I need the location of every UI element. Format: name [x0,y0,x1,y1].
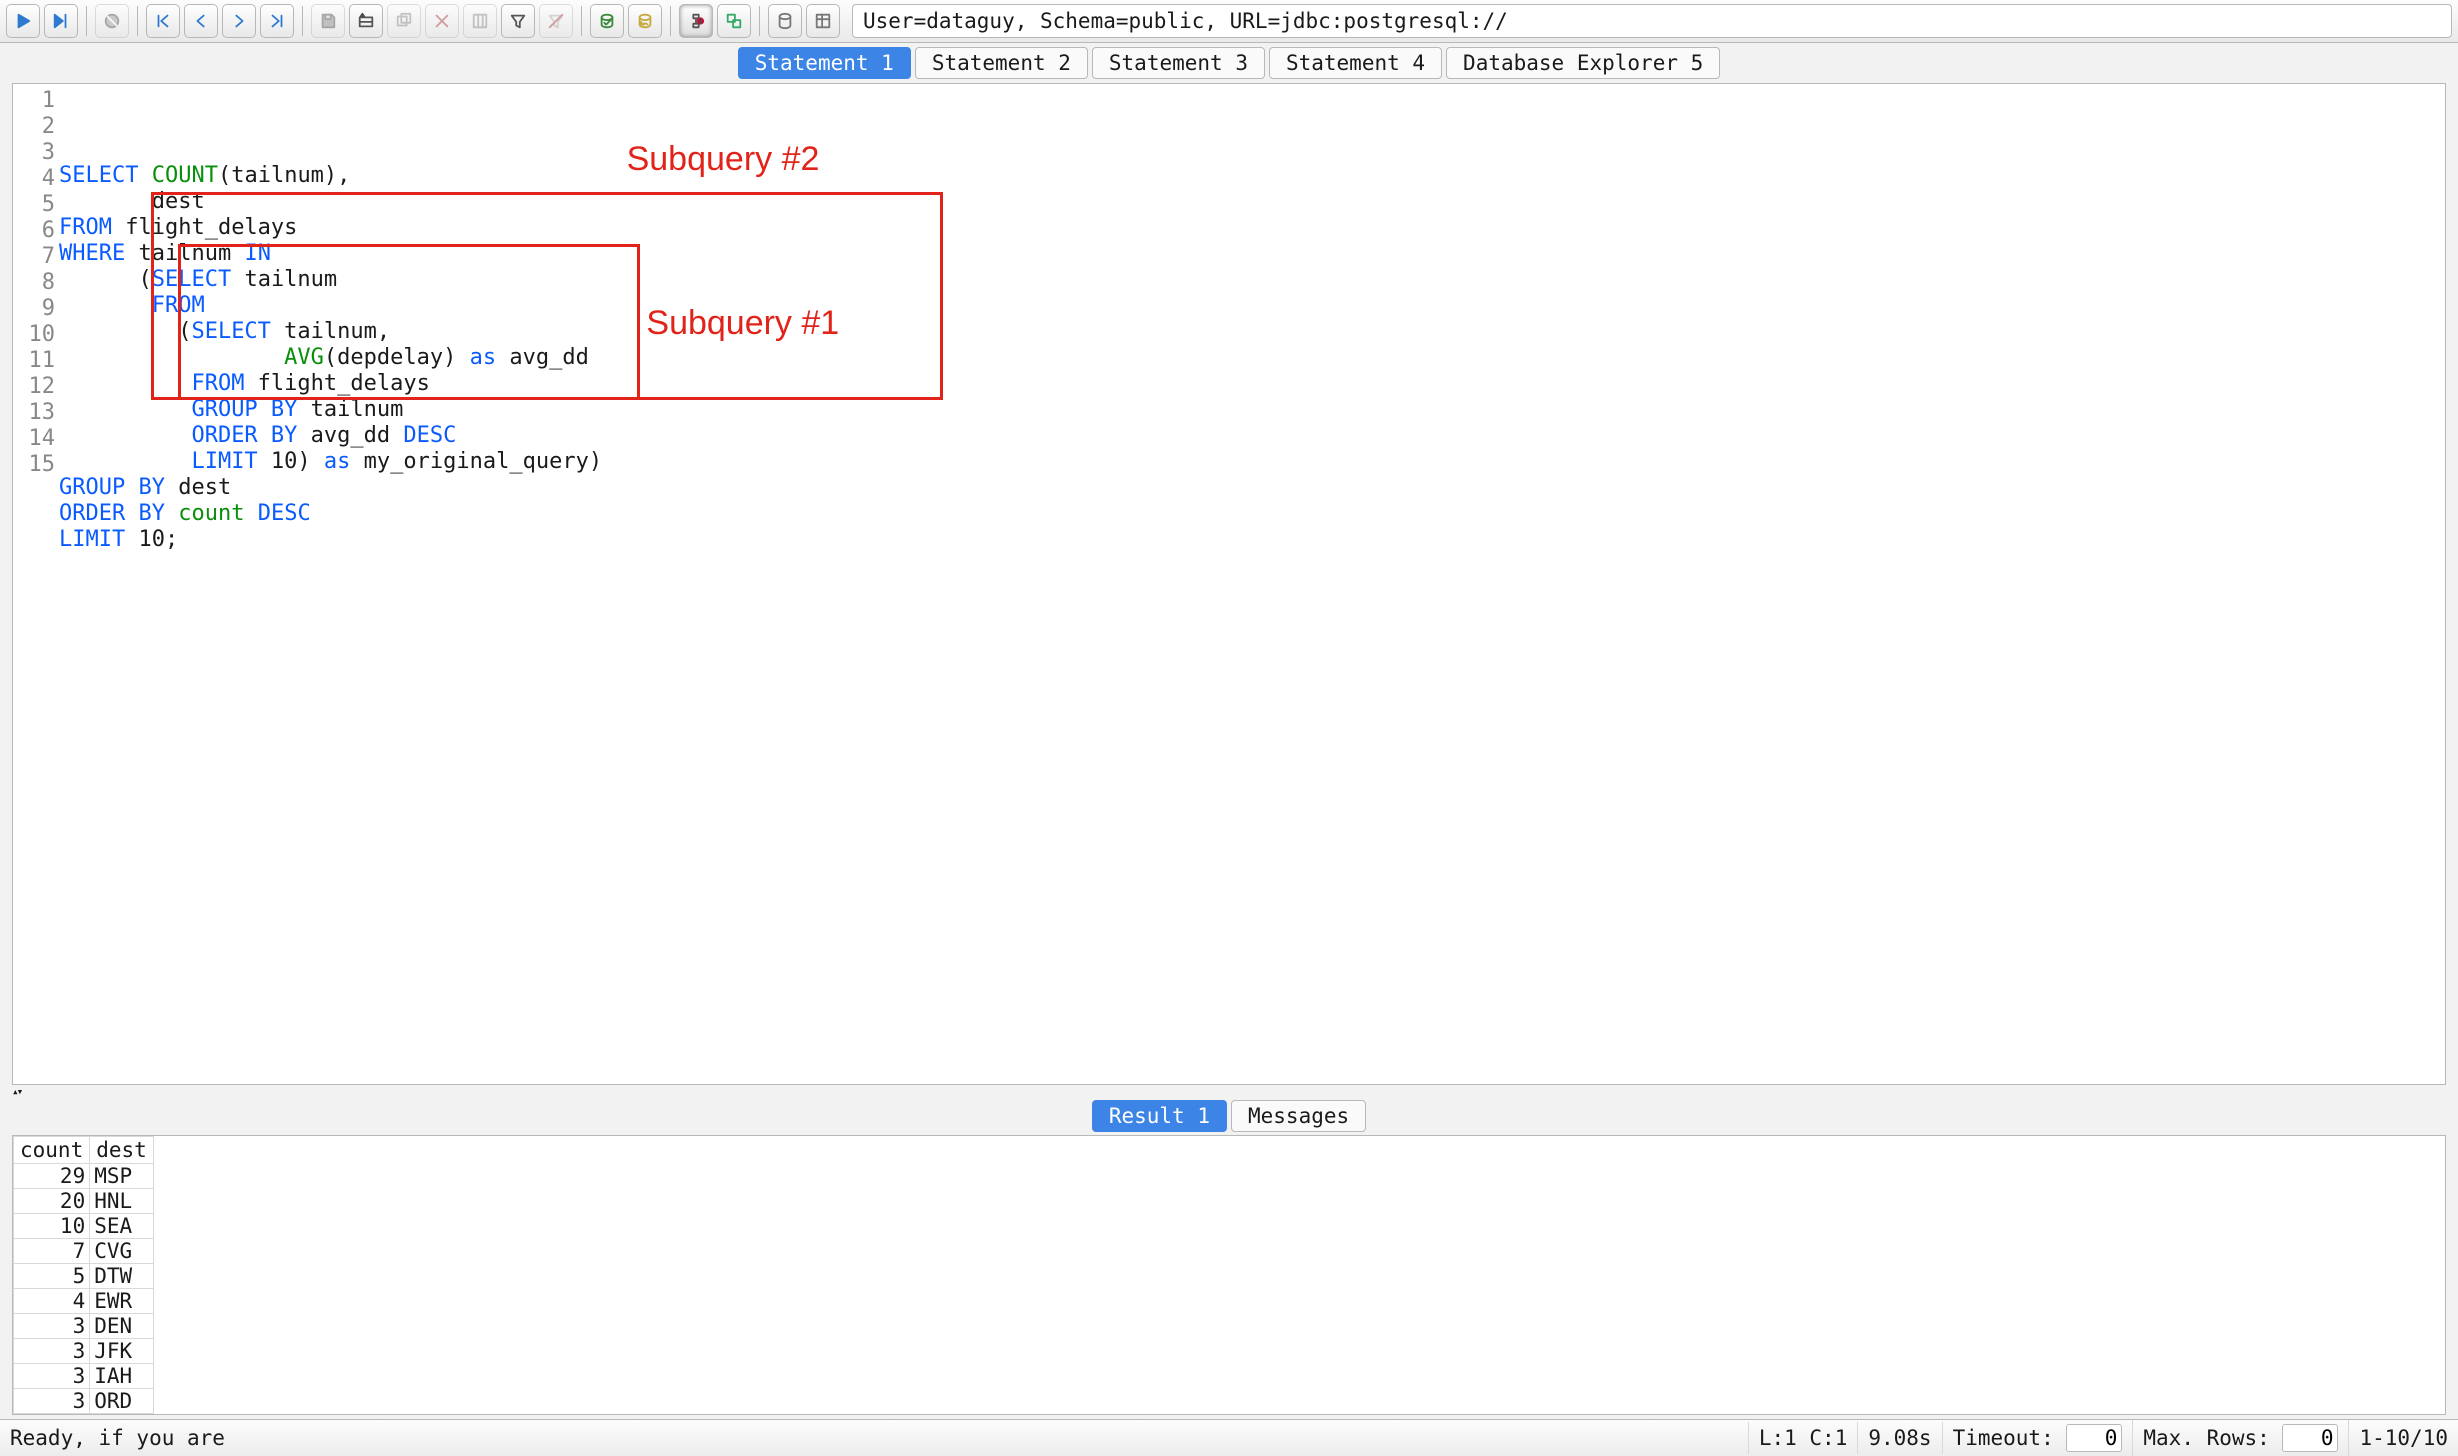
table-row[interactable]: 20HNL [14,1189,154,1214]
annotation-subquery1-label: Subquery #1 [646,304,839,343]
results-panel: countdest 29MSP20HNL10SEA7CVG5DTW4EWR3DE… [12,1135,2446,1415]
status-bar: Ready, if you are L:1 C:1 9.08s Timeout:… [0,1419,2458,1456]
toolbar-separator [302,6,303,36]
filter-button[interactable] [501,4,535,38]
db-explorer-button[interactable] [806,4,840,38]
result-tab-1[interactable]: Messages [1231,1100,1366,1132]
statement-tab-2[interactable]: Statement 2 [915,47,1088,79]
status-maxrows: Max. Rows: [2133,1420,2349,1456]
select-columns-button[interactable] [463,4,497,38]
table-row[interactable]: 29MSP [14,1164,154,1189]
connection-string: User=dataguy, Schema=public, URL=jdbc:po… [852,4,2452,38]
result-tab-0[interactable]: Result 1 [1092,1100,1227,1132]
toolbar-separator [581,6,582,36]
splitter[interactable]: ▴▾ [12,1085,2446,1097]
status-cursor-pos: L:1 C:1 [1749,1422,1859,1454]
statement-tabs: Statement 1Statement 2Statement 3Stateme… [0,43,2458,83]
append-results-button[interactable] [717,4,751,38]
result-tabs: Result 1Messages [0,1097,2458,1135]
next-record-button[interactable] [222,4,256,38]
col-dest[interactable]: dest [90,1137,154,1164]
code-area[interactable]: SELECT COUNT(tailnum), destFROM flight_d… [59,84,2445,1084]
sql-editor[interactable]: 123456789101112131415 SELECT COUNT(tailn… [12,83,2446,1085]
run-current-button[interactable] [44,4,78,38]
reconnect-button[interactable]: ! [679,4,713,38]
toolbar: ! User=dataguy, Schema=public, URL=jdbc:… [0,0,2458,43]
status-exec-time: 9.08s [1858,1422,1942,1454]
table-row[interactable]: 10SEA [14,1214,154,1239]
annotation-subquery2-label: Subquery #2 [627,140,820,179]
table-row[interactable]: 3DEN [14,1314,154,1339]
table-row[interactable]: 5DTW [14,1264,154,1289]
toolbar-separator [137,6,138,36]
sql-workbench-app: ! User=dataguy, Schema=public, URL=jdbc:… [0,0,2458,1456]
last-record-button[interactable] [260,4,294,38]
maxrows-input[interactable] [2282,1424,2338,1452]
table-row[interactable]: 3ORD [14,1389,154,1414]
run-button[interactable] [6,4,40,38]
delete-row-button[interactable] [425,4,459,38]
line-gutter: 123456789101112131415 [13,84,59,1084]
first-record-button[interactable] [146,4,180,38]
commit-button[interactable] [590,4,624,38]
table-row[interactable]: 3JFK [14,1339,154,1364]
results-table[interactable]: countdest 29MSP20HNL10SEA7CVG5DTW4EWR3DE… [13,1136,154,1414]
svg-text:!: ! [700,19,702,26]
toolbar-separator [759,6,760,36]
insert-row-button[interactable] [349,4,383,38]
toolbar-separator [86,6,87,36]
col-count[interactable]: count [14,1137,90,1164]
table-row[interactable]: 3IAH [14,1364,154,1389]
clear-filter-button[interactable] [539,4,573,38]
prev-record-button[interactable] [184,4,218,38]
status-message: Ready, if you are [0,1422,1749,1454]
status-row-range: 1-10/10 [2349,1422,2458,1454]
timeout-input[interactable] [2066,1424,2122,1452]
toolbar-separator [670,6,671,36]
statement-tab-5[interactable]: Database Explorer 5 [1446,47,1720,79]
statement-tab-3[interactable]: Statement 3 [1092,47,1265,79]
save-button[interactable] [311,4,345,38]
statement-tab-1[interactable]: Statement 1 [738,47,911,79]
copy-row-button[interactable] [387,4,421,38]
table-row[interactable]: 7CVG [14,1239,154,1264]
table-row[interactable]: 4EWR [14,1289,154,1314]
rollback-button[interactable] [628,4,662,38]
statement-tab-4[interactable]: Statement 4 [1269,47,1442,79]
status-timeout: Timeout: [1943,1420,2134,1456]
stop-button[interactable] [95,4,129,38]
database-button[interactable] [768,4,802,38]
